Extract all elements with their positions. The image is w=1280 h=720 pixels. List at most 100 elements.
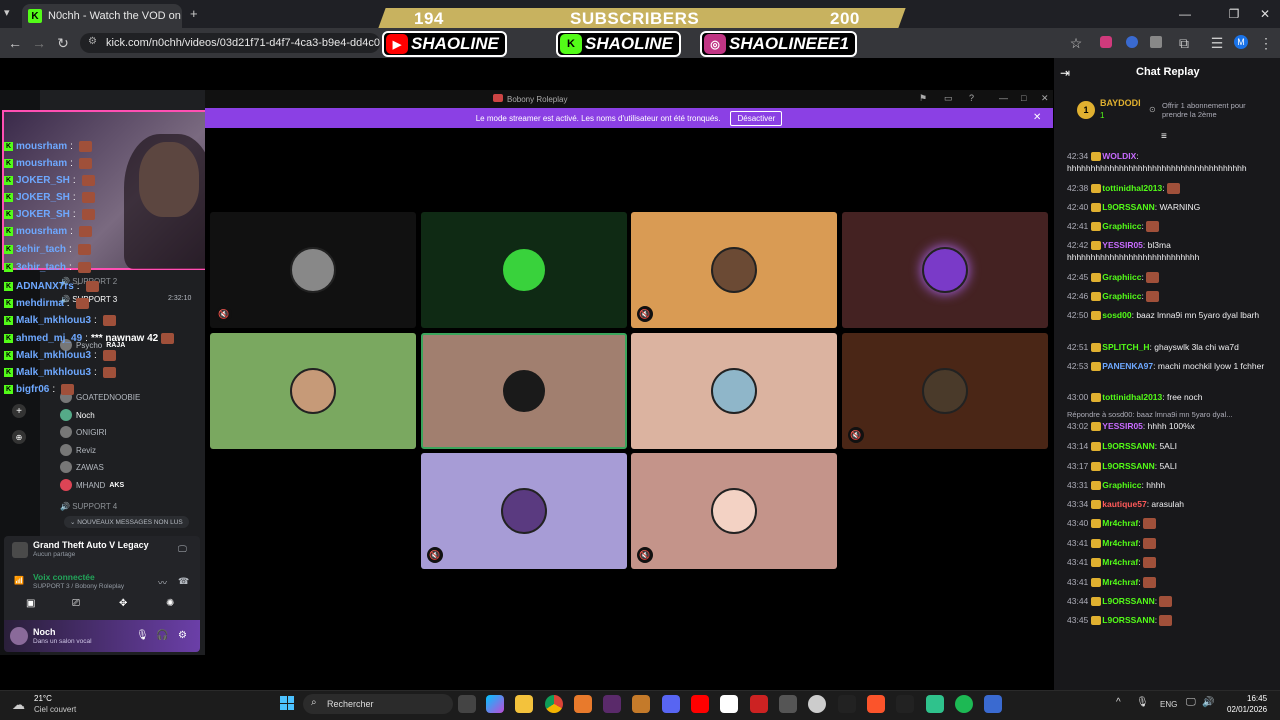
extensions-puzzle-icon[interactable]: ⧉ [1174,33,1194,53]
disconnect-icon[interactable]: ☎ [178,576,189,587]
chat-username[interactable]: sosd00 [1102,310,1131,320]
voice-tile[interactable] [210,333,416,449]
chat-username[interactable]: tottinidhal2013 [1102,392,1162,402]
chat-username[interactable]: Mr4chraf [1102,577,1138,587]
member-row[interactable]: ONIGIRI [60,426,107,438]
voice-tile[interactable]: 🔇 [631,212,837,328]
user-avatar[interactable] [10,627,28,645]
voice-channel-label[interactable]: SUPPORT 3 / Bobony Roleplay [33,583,124,590]
taskbar-search[interactable]: ⌕ Rechercher [303,694,453,714]
copilot-icon[interactable] [486,695,504,713]
reading-list-icon[interactable]: ☰ [1207,33,1227,53]
chat-username[interactable]: tottinidhal2013 [1102,183,1162,193]
windows-start-icon[interactable] [280,696,294,710]
chat-username[interactable]: L9ORSSANN [1102,202,1154,212]
chat-username[interactable]: Graphiicc [1102,272,1141,282]
flag-icon[interactable]: ⚑ [919,93,927,104]
chat-username[interactable]: WOLDIX [1102,151,1136,161]
close-notice-icon[interactable]: ✕ [1033,112,1041,123]
chat-username[interactable]: PANENKA97 [1102,361,1153,371]
chat-username[interactable]: L9ORSSANN [1102,461,1154,471]
help-icon[interactable]: ? [969,93,974,103]
voice-tile-speaking[interactable] [421,333,627,449]
app-icon[interactable] [984,695,1002,713]
voice-tile[interactable]: 🔇 [210,212,416,328]
chat-username[interactable]: Graphiicc [1102,221,1141,231]
spotify-icon[interactable] [955,695,973,713]
voice-tile[interactable] [631,333,837,449]
maximize-icon[interactable]: ❐ [1219,7,1249,21]
top-gifter-name[interactable]: BAYDODI [1100,98,1141,108]
app-icon[interactable] [896,695,914,713]
chat-username[interactable]: SPLITCH_H [1102,342,1149,352]
clock-time[interactable]: 16:45 [1247,694,1267,703]
chat-username[interactable]: kautique57 [1102,499,1146,509]
inbox-icon[interactable]: ▭ [944,93,953,104]
site-info-icon[interactable]: ⚙ [88,36,97,47]
chat-username[interactable]: Mr4chraf [1102,518,1138,528]
soundboard-icon[interactable]: ✺ [166,598,174,609]
profile-avatar[interactable]: M [1234,35,1248,49]
brave-icon[interactable] [867,695,885,713]
chat-filter-icon[interactable]: ≡ [1161,131,1167,142]
voice-tile[interactable]: 🔇 [842,333,1048,449]
discord-minimize-icon[interactable]: — [999,93,1008,103]
screen-share-icon[interactable]: ⎚ [72,598,80,609]
volume-icon[interactable]: 🔊 [1202,697,1214,708]
explore-servers-icon[interactable]: ⊕ [12,430,26,444]
chat-username[interactable]: YESSIR05 [1102,421,1143,431]
task-view-icon[interactable] [458,695,476,713]
microphone-icon[interactable]: 🎙 [136,630,149,641]
app-icon[interactable] [926,695,944,713]
settings-gear-icon[interactable]: ⚙ [178,630,187,641]
extension-icon[interactable] [1100,36,1112,48]
app-icon[interactable] [603,695,621,713]
app-icon[interactable] [838,695,856,713]
url-field[interactable]: ⚙ kick.com/n0chh/videos/03d21f71-d4f7-4c… [80,33,380,53]
tab-list-icon[interactable]: ▾ [4,6,10,19]
app-icon[interactable] [632,695,650,713]
camera-off-icon[interactable]: ▣ [26,598,35,609]
minimize-icon[interactable]: — [1170,7,1200,21]
app-icon[interactable] [750,695,768,713]
noise-suppression-icon[interactable]: 〰 [158,576,167,589]
chat-username[interactable]: Graphiicc [1102,291,1141,301]
keyboard-language[interactable]: ENG [1160,700,1177,709]
extension-icon[interactable] [1126,36,1138,48]
app-icon[interactable] [574,695,592,713]
app-icon[interactable] [720,695,738,713]
app-icon[interactable] [779,695,797,713]
discord-maximize-icon[interactable]: □ [1021,93,1026,103]
add-server-icon[interactable]: + [12,404,26,418]
extension-icon[interactable] [1150,36,1162,48]
bookmark-star-icon[interactable]: ☆ [1066,33,1086,53]
member-row[interactable]: ZAWAS [60,461,104,473]
chat-username[interactable]: Mr4chraf [1102,538,1138,548]
weather-cloud-icon[interactable]: ☁ [12,697,25,713]
stream-icon[interactable]: 🖵 [178,544,187,555]
disable-streamer-mode-button[interactable]: Désactiver [730,110,783,126]
back-icon[interactable]: ← [5,33,25,53]
new-tab-icon[interactable]: + [190,6,198,21]
reload-icon[interactable]: ↻ [53,33,73,53]
voice-tile[interactable]: 🔇 [421,453,627,569]
forward-icon[interactable]: → [29,33,49,53]
voice-tile[interactable] [842,212,1048,328]
voice-tile[interactable] [421,212,627,328]
chrome-icon[interactable] [545,695,563,713]
member-row[interactable]: Reviz [60,444,96,456]
chat-username[interactable]: L9ORSSANN [1102,596,1154,606]
chat-username[interactable]: Graphiicc [1102,480,1141,490]
youtube-taskbar-icon[interactable] [691,695,709,713]
clock-date[interactable]: 02/01/2026 [1227,705,1267,714]
headphones-icon[interactable]: 🎧 [156,630,168,641]
discord-close-icon[interactable]: ✕ [1041,93,1049,104]
activities-icon[interactable]: ✥ [119,598,127,609]
close-window-icon[interactable]: ✕ [1250,7,1280,21]
tray-overflow-icon[interactable]: ^ [1116,697,1121,708]
chat-username[interactable]: YESSIR05 [1102,240,1143,250]
chat-username[interactable]: L9ORSSANN [1102,615,1154,625]
browser-menu-icon[interactable]: ⋮ [1256,33,1276,53]
collapse-chat-icon[interactable]: ⇥ [1060,66,1070,80]
member-row[interactable]: MHAND AKS [60,479,124,491]
